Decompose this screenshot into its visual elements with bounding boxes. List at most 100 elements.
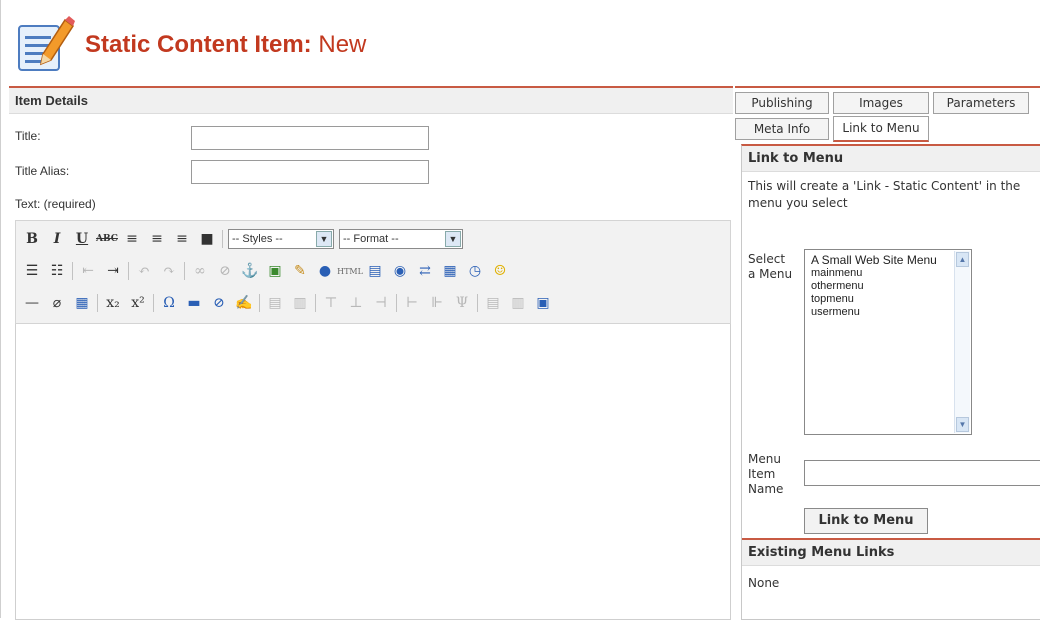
styles-select-value: -- Styles -- — [232, 233, 283, 245]
unlink-icon[interactable]: ⊘ — [215, 261, 235, 281]
anchor-icon[interactable]: ⚓ — [240, 261, 260, 281]
delete-row-icon[interactable]: ⊣ — [371, 293, 391, 313]
tab-meta-info[interactable]: Meta Info — [735, 118, 829, 140]
edit-document-icon — [13, 14, 75, 76]
html-source-icon[interactable]: HTML — [337, 261, 363, 281]
chevron-down-icon: ▼ — [445, 231, 461, 247]
help-icon[interactable]: ● — [315, 261, 335, 281]
toolbar-separator — [97, 294, 98, 312]
menu-option[interactable]: topmenu — [811, 293, 965, 306]
menu-option[interactable]: mainmenu — [811, 267, 965, 280]
visual-aid-icon[interactable]: ▦ — [72, 293, 92, 313]
existing-menu-links-heading: Existing Menu Links — [742, 540, 1040, 566]
redo-icon[interactable]: ↷ — [159, 261, 179, 281]
existing-menu-links-section: Existing Menu Links — [742, 538, 1040, 566]
bold-icon[interactable]: B — [22, 229, 42, 249]
menu-option[interactable]: A Small Web Site Menu — [811, 254, 965, 267]
link-to-menu-heading: Link to Menu — [742, 146, 1040, 172]
toolbar-row-2: ☰ ☷ ⇤ ⇥ ↶ ↷ ∞ ⊘ ⚓ ▣ ✎ ● HTML ▤ ◉ ⇄ ▦ ◷ ☺ — [22, 257, 510, 285]
scroll-down-icon[interactable]: ▼ — [956, 417, 969, 432]
item-details-heading: Item Details — [9, 88, 733, 114]
menu-select-list[interactable]: A Small Web Site Menu mainmenu othermenu… — [804, 249, 972, 435]
col-before-icon[interactable]: ⊢ — [402, 293, 422, 313]
tab-parameters[interactable]: Parameters — [933, 92, 1029, 114]
strikethrough-icon[interactable]: ABC — [96, 229, 118, 249]
indent-icon[interactable]: ⇥ — [103, 261, 123, 281]
toolbar-row-1: B I U ABC ≡ ≡ ≡ ■ -- Styles -- ▼ -- Form… — [22, 225, 463, 253]
link-to-menu-button[interactable]: Link to Menu — [804, 508, 928, 534]
row-before-icon[interactable]: ⊤ — [321, 293, 341, 313]
select-menu-label: Select a Menu — [748, 252, 793, 281]
toolbar-separator — [153, 294, 154, 312]
preview-icon[interactable]: ▤ — [365, 261, 385, 281]
chevron-down-icon: ▼ — [316, 231, 332, 247]
tab-publishing[interactable]: Publishing — [735, 92, 829, 114]
fullscreen-icon[interactable]: ▣ — [533, 293, 553, 313]
table-icon[interactable]: ▤ — [265, 293, 285, 313]
image-icon[interactable]: ▣ — [265, 261, 285, 281]
tab-link-to-menu[interactable]: Link to Menu — [833, 116, 929, 142]
emoticon-icon[interactable]: ☺ — [490, 261, 510, 281]
scroll-up-icon[interactable]: ▲ — [956, 252, 969, 267]
title-alias-input[interactable] — [191, 160, 429, 184]
title-label: Title: — [15, 129, 41, 143]
special-char-icon[interactable]: Ω — [159, 293, 179, 313]
split-cells-icon[interactable]: ▤ — [483, 293, 503, 313]
menu-option[interactable]: othermenu — [811, 280, 965, 293]
format-select[interactable]: -- Format -- ▼ — [339, 229, 463, 249]
page-title-state: New — [318, 31, 367, 58]
underline-icon[interactable]: U — [72, 229, 92, 249]
toolbar-separator — [477, 294, 478, 312]
edit-icon[interactable]: ✍ — [234, 293, 254, 313]
align-center-icon[interactable]: ≡ — [147, 229, 167, 249]
numbered-list-icon[interactable]: ☷ — [47, 261, 67, 281]
subscript-icon[interactable]: x₂ — [103, 293, 123, 313]
title-alias-label: Title Alias: — [15, 164, 70, 178]
toolbar-separator — [315, 294, 316, 312]
superscript-icon[interactable]: x² — [128, 293, 148, 313]
replace-icon[interactable]: ⇄ — [415, 261, 435, 281]
insert-time-icon[interactable]: ◷ — [465, 261, 485, 281]
table-props-icon[interactable]: ▥ — [290, 293, 310, 313]
insert-date-icon[interactable]: ▦ — [440, 261, 460, 281]
delete-col-icon[interactable]: Ψ — [452, 293, 472, 313]
menu-list-scrollbar[interactable]: ▲ ▼ — [954, 251, 970, 433]
format-select-value: -- Format -- — [343, 233, 399, 245]
col-after-icon[interactable]: ⊩ — [427, 293, 447, 313]
menu-option[interactable]: usermenu — [811, 306, 965, 319]
link-icon[interactable]: ∞ — [190, 261, 210, 281]
align-left-icon[interactable]: ≡ — [122, 229, 142, 249]
menu-item-name-label: Menu Item Name — [748, 452, 784, 496]
toolbar-separator — [396, 294, 397, 312]
menu-item-name-input[interactable] — [804, 460, 1040, 486]
undo-icon[interactable]: ↶ — [134, 261, 154, 281]
page-frame: Static Content Item: New Item Details Ti… — [0, 0, 1040, 620]
row-after-icon[interactable]: ⊥ — [346, 293, 366, 313]
align-justify-icon[interactable]: ■ — [197, 229, 217, 249]
toolbar-separator — [128, 262, 129, 280]
italic-icon[interactable]: I — [47, 229, 67, 249]
find-icon[interactable]: ◉ — [390, 261, 410, 281]
tab-images[interactable]: Images — [833, 92, 929, 114]
styles-select[interactable]: -- Styles -- ▼ — [228, 229, 334, 249]
outdent-icon[interactable]: ⇤ — [78, 261, 98, 281]
cleanup-icon[interactable]: ✎ — [290, 261, 310, 281]
text-editor-area[interactable] — [15, 324, 731, 620]
toolbar-separator — [184, 262, 185, 280]
toolbar-separator — [222, 230, 223, 248]
toolbar-separator — [72, 262, 73, 280]
horizontal-rule-icon[interactable]: — — [22, 293, 42, 313]
remove-format-icon[interactable]: ⌀ — [47, 293, 67, 313]
flash-icon[interactable]: ⊘ — [209, 293, 229, 313]
options-panel: Publishing Images Parameters Meta Info L… — [735, 86, 1040, 620]
merge-cells-icon[interactable]: ▥ — [508, 293, 528, 313]
item-details-panel: Item Details Title: Title Alias: Text: (… — [9, 86, 733, 620]
media-icon[interactable]: ▬ — [184, 293, 204, 313]
toolbar-row-3: — ⌀ ▦ x₂ x² Ω ▬ ⊘ ✍ ▤ ▥ ⊤ ⊥ ⊣ ⊢ ⊩ Ψ ▤ ▥ … — [22, 289, 553, 317]
page-title-label: Static Content Item: — [85, 31, 312, 58]
bullet-list-icon[interactable]: ☰ — [22, 261, 42, 281]
title-input[interactable] — [191, 126, 429, 150]
page-header: Static Content Item: New — [13, 10, 366, 80]
align-right-icon[interactable]: ≡ — [172, 229, 192, 249]
link-to-menu-panel: Link to Menu This will create a 'Link - … — [741, 144, 1040, 620]
